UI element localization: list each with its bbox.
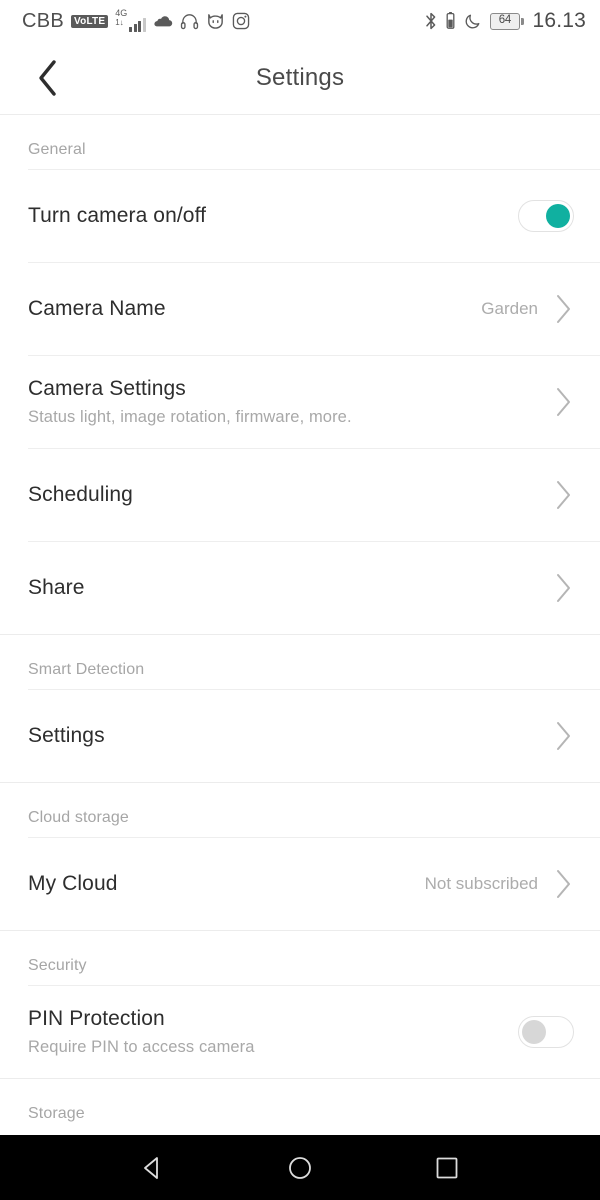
chevron-right-icon bbox=[552, 719, 574, 753]
recents-square-icon bbox=[432, 1153, 462, 1183]
settings-group: Cloud storageMy CloudNot subscribed bbox=[0, 782, 600, 930]
settings-row[interactable]: PIN Protection Require PIN to access came… bbox=[0, 986, 600, 1078]
page-title: Settings bbox=[0, 64, 600, 92]
settings-group: General Turn camera on/off Camera NameGard… bbox=[0, 115, 600, 634]
row-text: My Cloud bbox=[28, 872, 425, 896]
nav-recents-button[interactable] bbox=[419, 1140, 475, 1196]
network-type-label: 4G bbox=[115, 9, 127, 18]
toggle-switch[interactable] bbox=[518, 1016, 574, 1048]
settings-row[interactable]: Scheduling bbox=[0, 449, 600, 541]
app-bar: Settings bbox=[0, 42, 600, 115]
row-chevron bbox=[552, 719, 574, 753]
row-value: Garden bbox=[481, 299, 538, 319]
row-chevron bbox=[552, 385, 574, 419]
network-signal-icon: 4G 1↓ bbox=[115, 10, 146, 32]
phone-screen: CBB VoLTE 4G 1↓ bbox=[0, 0, 600, 1200]
chevron-right-icon bbox=[552, 385, 574, 419]
network-sub-label: 1↓ bbox=[115, 19, 123, 27]
battery-status-icon: 64 bbox=[490, 13, 525, 30]
settings-group: Smart Detection Settings bbox=[0, 634, 600, 782]
chevron-right-icon bbox=[552, 478, 574, 512]
row-title: Camera Name bbox=[28, 297, 481, 321]
back-chevron-icon bbox=[35, 58, 61, 98]
row-subtitle: Status light, image rotation, firmware, … bbox=[28, 408, 552, 427]
clock-label: 16.13 bbox=[532, 9, 586, 33]
row-title: Scheduling bbox=[28, 483, 552, 507]
nav-home-button[interactable] bbox=[272, 1140, 328, 1196]
android-navigation-bar bbox=[0, 1135, 600, 1200]
row-title: My Cloud bbox=[28, 872, 425, 896]
settings-row[interactable]: Turn camera on/off bbox=[0, 170, 600, 262]
carrier-label: CBB bbox=[22, 10, 64, 33]
status-bar: CBB VoLTE 4G 1↓ bbox=[0, 0, 600, 42]
row-chevron bbox=[552, 478, 574, 512]
row-title: Settings bbox=[28, 724, 552, 748]
section-header: Smart Detection bbox=[0, 635, 600, 689]
row-text: Turn camera on/off bbox=[28, 204, 518, 228]
settings-row[interactable]: Share bbox=[0, 542, 600, 634]
row-text: Scheduling bbox=[28, 483, 552, 507]
row-text: Share bbox=[28, 576, 552, 600]
settings-row[interactable]: Settings bbox=[0, 690, 600, 782]
back-triangle-icon bbox=[138, 1153, 168, 1183]
nav-back-button[interactable] bbox=[125, 1140, 181, 1196]
row-title: Camera Settings bbox=[28, 377, 552, 401]
section-header: Storage bbox=[0, 1079, 600, 1133]
row-chevron bbox=[552, 571, 574, 605]
settings-group: Security PIN Protection Require PIN to acc… bbox=[0, 930, 600, 1078]
row-text: PIN Protection Require PIN to access came… bbox=[28, 1007, 518, 1056]
headphones-icon bbox=[180, 12, 199, 31]
row-chevron bbox=[552, 292, 574, 326]
cat-app-icon bbox=[206, 12, 225, 31]
battery-percent-label: 64 bbox=[499, 15, 511, 27]
settings-list[interactable]: General Turn camera on/off Camera NameGard… bbox=[0, 115, 600, 1135]
cloud-icon bbox=[153, 14, 173, 28]
row-text: Settings bbox=[28, 724, 552, 748]
volte-badge: VoLTE bbox=[71, 15, 108, 28]
chevron-right-icon bbox=[552, 292, 574, 326]
settings-row[interactable]: Camera Settings Status light, image rotat… bbox=[0, 356, 600, 448]
section-header: Cloud storage bbox=[0, 783, 600, 837]
settings-row[interactable]: Camera NameGarden bbox=[0, 263, 600, 355]
home-circle-icon bbox=[285, 1153, 315, 1183]
battery-terminal-icon bbox=[521, 18, 524, 25]
chevron-right-icon bbox=[552, 571, 574, 605]
row-title: Share bbox=[28, 576, 552, 600]
toggle-knob bbox=[522, 1020, 546, 1044]
row-chevron bbox=[552, 867, 574, 901]
row-subtitle: Require PIN to access camera bbox=[28, 1038, 518, 1057]
chevron-right-icon bbox=[552, 867, 574, 901]
status-bar-left: CBB VoLTE 4G 1↓ bbox=[22, 10, 250, 33]
row-value: Not subscribed bbox=[425, 874, 538, 894]
section-header: General bbox=[0, 115, 600, 169]
settings-row[interactable]: My CloudNot subscribed bbox=[0, 838, 600, 930]
accessory-battery-icon bbox=[445, 11, 456, 31]
row-title: Turn camera on/off bbox=[28, 204, 518, 228]
bluetooth-icon bbox=[425, 11, 437, 31]
toggle-switch[interactable] bbox=[518, 200, 574, 232]
toggle-knob bbox=[546, 204, 570, 228]
row-title: PIN Protection bbox=[28, 1007, 518, 1031]
instagram-icon bbox=[232, 12, 250, 30]
row-text: Camera Name bbox=[28, 297, 481, 321]
settings-group: Storage bbox=[0, 1078, 600, 1133]
signal-bars-icon bbox=[129, 17, 146, 32]
do-not-disturb-moon-icon bbox=[464, 12, 482, 30]
status-bar-right: 64 16.13 bbox=[425, 9, 586, 33]
section-header: Security bbox=[0, 931, 600, 985]
back-button[interactable] bbox=[26, 56, 70, 100]
row-text: Camera Settings Status light, image rotat… bbox=[28, 377, 552, 426]
